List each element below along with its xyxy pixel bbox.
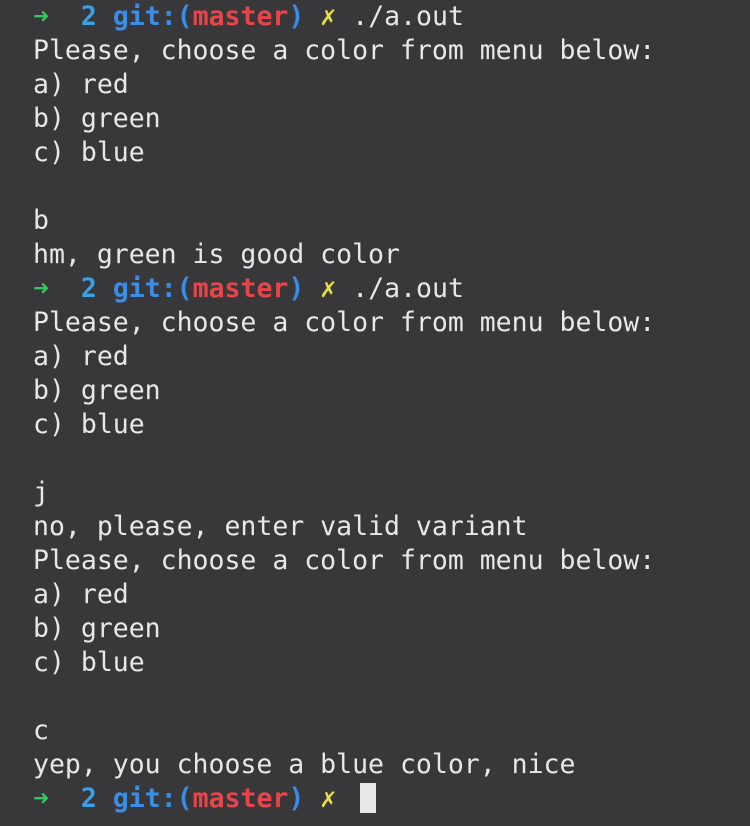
prompt-git-label: git: [112, 783, 177, 814]
prompt-git-label: git: [112, 273, 177, 304]
prompt-close-paren: ) [288, 273, 305, 304]
output-line: b) green [33, 375, 161, 406]
prompt-dirty-icon: ✗ [320, 273, 337, 304]
output-line: a) red [33, 69, 129, 100]
prompt-arrow-icon: ➜ [33, 783, 49, 814]
prompt-open-paren: ( [176, 783, 193, 814]
prompt-directory: 2 [80, 1, 97, 32]
output-line: c) blue [33, 409, 145, 440]
prompt-open-paren: ( [176, 273, 193, 304]
prompt-git-label: git: [112, 1, 177, 32]
output-line: b [33, 205, 49, 236]
prompt-branch: master [192, 273, 289, 304]
prompt-line: ➜ 2 git:(master) ✗ ./a.out [33, 0, 750, 34]
output-line: b) green [33, 613, 161, 644]
command-text: ./a.out [352, 273, 464, 304]
output-line: a) red [33, 341, 129, 372]
prompt-branch: master [192, 1, 289, 32]
output-line: j [33, 477, 49, 508]
prompt-dirty-icon: ✗ [320, 783, 337, 814]
prompt-directory: 2 [80, 273, 97, 304]
prompt-line: ➜ 2 git:(master) ✗ ./a.out [33, 272, 750, 306]
output-line: c) blue [33, 137, 145, 168]
prompt-arrow-icon: ➜ [33, 1, 49, 32]
output-line: b) green [33, 103, 161, 134]
output-line: a) red [33, 579, 129, 610]
output-line: c) blue [33, 647, 145, 678]
output-line: Please, choose a color from menu below: [33, 307, 656, 338]
prompt-branch: master [192, 783, 289, 814]
prompt-arrow-icon: ➜ [33, 273, 49, 304]
prompt-directory: 2 [80, 783, 97, 814]
output-line: hm, green is good color [33, 239, 400, 270]
terminal-window[interactable]: ➜ 2 git:(master) ✗ ./a.out Please, choose… [0, 0, 750, 826]
text-cursor[interactable] [360, 783, 377, 813]
prompt-line: ➜ 2 git:(master) ✗ [33, 782, 750, 816]
prompt-open-paren: ( [176, 1, 193, 32]
output-line: no, please, enter valid variant [33, 511, 528, 542]
command-text: ./a.out [352, 1, 464, 32]
output-line: Please, choose a color from menu below: [33, 35, 656, 66]
prompt-dirty-icon: ✗ [320, 1, 337, 32]
output-line: Please, choose a color from menu below: [33, 545, 656, 576]
output-line: c [33, 715, 49, 746]
prompt-close-paren: ) [288, 783, 305, 814]
prompt-close-paren: ) [288, 1, 305, 32]
output-line: yep, you choose a blue color, nice [33, 749, 576, 780]
